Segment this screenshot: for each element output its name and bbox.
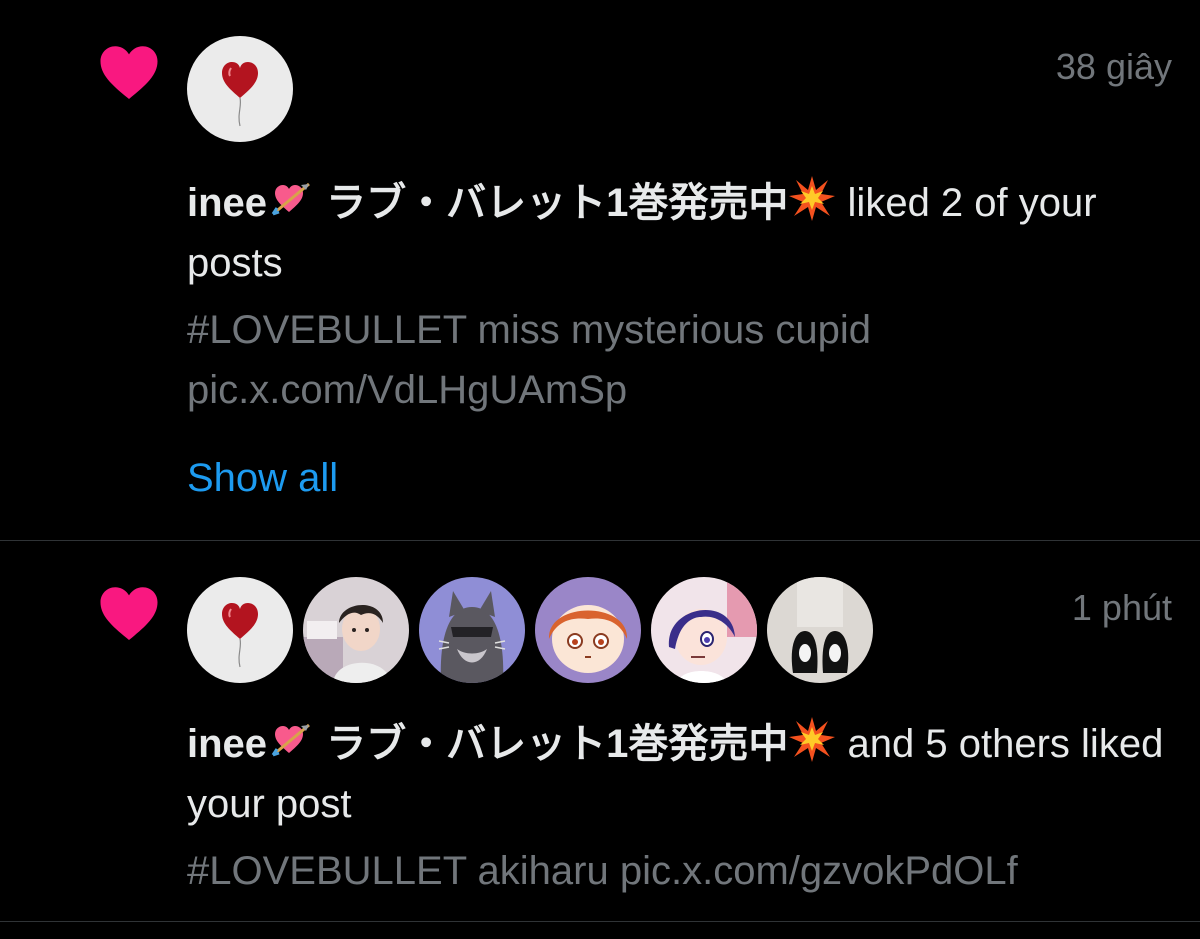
avatar-row	[187, 577, 873, 683]
user-name[interactable]: inee ラブ・バレット1巻発売中	[187, 717, 836, 766]
heart-icon	[100, 587, 158, 640]
black-shoes-avatar[interactable]	[767, 577, 873, 683]
notification-text: inee ラブ・バレット1巻発売中 liked 2 of your posts	[187, 173, 1167, 293]
heart-icon	[100, 46, 158, 99]
show-all-link[interactable]: Show all	[187, 448, 338, 508]
post-preview[interactable]: #LOVEBULLET akiharu pic.x.com/gzvokPdOLf	[187, 841, 1177, 901]
notification-text: inee ラブ・バレット1巻発売中 and 5 others liked you…	[187, 714, 1167, 834]
timestamp: 1 phút	[1071, 587, 1172, 628]
orange-haired-girl-avatar[interactable]	[535, 577, 641, 683]
heart-balloon-avatar[interactable]	[187, 577, 293, 683]
heart-arrow-emoji-icon	[267, 715, 315, 763]
user-name[interactable]: inee ラブ・バレット1巻発売中	[187, 176, 836, 225]
collision-emoji-icon	[788, 174, 836, 222]
heart-balloon-avatar[interactable]	[187, 36, 293, 142]
notification-item[interactable]: 1 phút inee ラブ・バレット1巻発売中 and 5 others li…	[0, 541, 1200, 921]
gray-cat-avatar[interactable]	[419, 577, 525, 683]
timestamp: 38 giây	[1055, 46, 1172, 87]
heart-arrow-emoji-icon	[267, 174, 315, 222]
dark-haired-boy-avatar[interactable]	[303, 577, 409, 683]
post-preview[interactable]: #LOVEBULLET miss mysterious cupid pic.x.…	[187, 300, 1177, 420]
divider	[0, 921, 1200, 922]
avatar-row	[187, 36, 293, 142]
collision-emoji-icon	[788, 715, 836, 763]
notification-item[interactable]: 38 giây inee ラブ・バレット1巻発売中 liked 2 of you…	[0, 0, 1200, 540]
blue-haired-girl-avatar[interactable]	[651, 577, 757, 683]
